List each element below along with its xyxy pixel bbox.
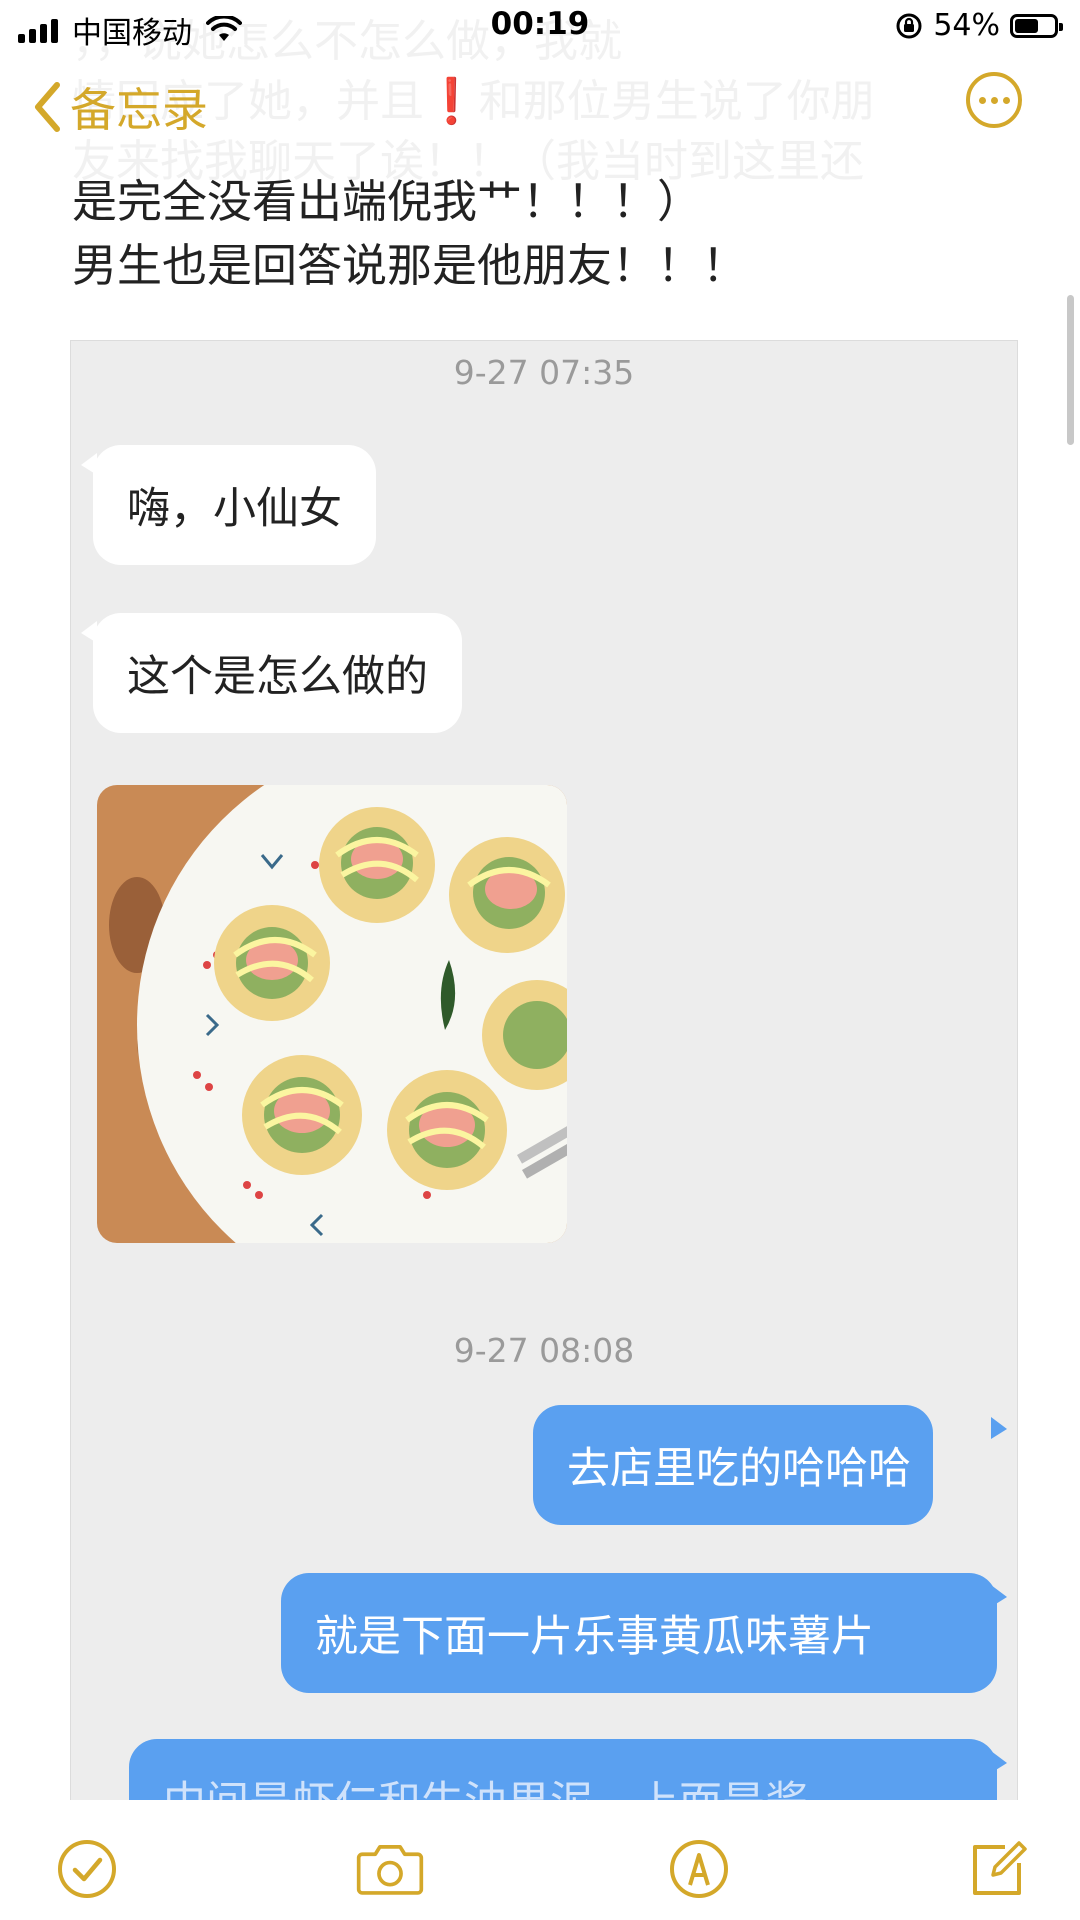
back-label: 备忘录 <box>70 83 208 137</box>
message-text: 这个是怎么做的 <box>127 652 428 702</box>
chat-timestamp: 9-27 07:35 <box>453 353 635 392</box>
incoming-message: 嗨，小仙女 <box>93 445 376 565</box>
food-photo <box>97 785 567 1243</box>
message-text: 去店里吃的哈哈哈 <box>567 1444 911 1494</box>
compose-button[interactable] <box>962 1834 1032 1904</box>
markup-icon <box>670 1840 728 1898</box>
note-line: 男生也是回答说那是他朋友！！！ <box>72 239 748 292</box>
nav-bar: 备忘录 <box>0 52 1080 162</box>
message-text: 中间是虾仁和牛油果泥，上面是酱 <box>163 1768 808 1801</box>
camera-icon <box>356 1845 424 1895</box>
chat-screenshot-attachment[interactable]: 9-27 07:35 嗨，小仙女 这个是怎么做的 9-27 08:08 去店里吃… <box>70 340 1018 1802</box>
notes-screen: ，，说她怎么不怎么做，我就 情回应了她，并且❗和那位男生说了你朋 友来找我聊天了… <box>0 0 1080 1920</box>
back-button[interactable]: 备忘录 <box>32 74 208 140</box>
outgoing-message: 就是下面一片乐事黄瓜味薯片 <box>281 1573 997 1693</box>
more-options-button[interactable] <box>966 72 1022 128</box>
scroll-indicator[interactable] <box>1067 295 1074 445</box>
note-body[interactable]: 是完全没看出端倪我艹！！！） 男生也是回答说那是他朋友！！！ <box>72 170 1012 298</box>
outgoing-message-partial: 中间是虾仁和牛油果泥，上面是酱 <box>129 1739 997 1801</box>
chevron-left-icon <box>35 82 60 132</box>
battery-percent: 54% <box>933 8 1000 43</box>
checklist-button[interactable] <box>52 1834 122 1904</box>
chat-timestamp: 9-27 08:08 <box>453 1331 635 1370</box>
incoming-message: 这个是怎么做的 <box>93 613 462 733</box>
camera-button[interactable] <box>355 1834 425 1904</box>
markup-button[interactable] <box>664 1834 734 1904</box>
bottom-toolbar <box>0 1800 1080 1920</box>
status-bar: 中国移动 00:19 54% <box>0 0 1080 52</box>
battery-icon <box>1010 13 1063 38</box>
status-right: 54% <box>895 8 1063 43</box>
message-text: 就是下面一片乐事黄瓜味薯片 <box>315 1612 874 1662</box>
checklist-icon <box>58 1840 116 1898</box>
orientation-lock-icon <box>896 13 922 38</box>
outgoing-message: 去店里吃的哈哈哈 <box>533 1405 933 1525</box>
message-text: 嗨，小仙女 <box>127 484 342 534</box>
note-line: 是完全没看出端倪我艹！！！） <box>72 175 703 228</box>
compose-icon <box>973 1841 1027 1895</box>
